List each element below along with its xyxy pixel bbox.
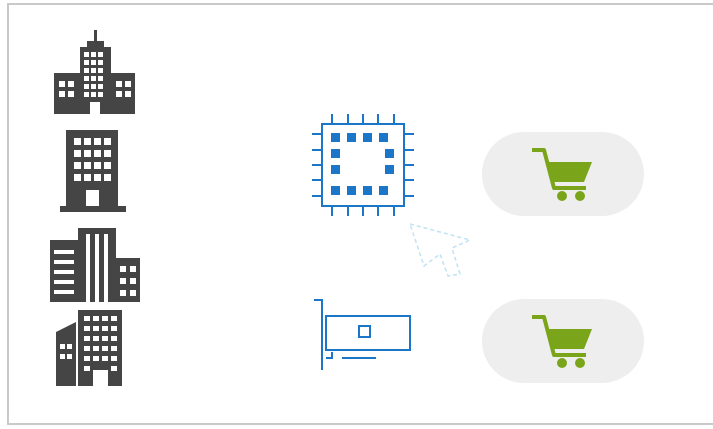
office-tower-shape (60, 130, 126, 212)
office-tower-icon (60, 130, 126, 212)
office-block-icon (50, 228, 140, 302)
skyscraper-cluster-icon (54, 30, 135, 114)
skyscraper-cluster-shape (54, 30, 135, 114)
cpu-chip-cells (331, 133, 394, 195)
cart-button-cpu[interactable] (482, 132, 644, 216)
network-card-shape (314, 299, 411, 370)
office-block-shape (50, 228, 140, 302)
shopping-cart-shape (532, 315, 592, 368)
apartment-building-shape (56, 310, 122, 386)
network-card-icon[interactable] (312, 296, 414, 374)
shopping-cart-icon (532, 148, 592, 201)
mouse-pointer-icon (408, 222, 473, 277)
apartment-building-icon (56, 310, 122, 386)
shopping-cart-shape (532, 148, 592, 201)
cart-button-card[interactable] (482, 299, 644, 383)
mouse-pointer-shape (408, 222, 473, 277)
cpu-chip-shape (312, 114, 414, 216)
cpu-chip-icon[interactable] (310, 112, 416, 218)
shopping-cart-icon (532, 315, 592, 368)
